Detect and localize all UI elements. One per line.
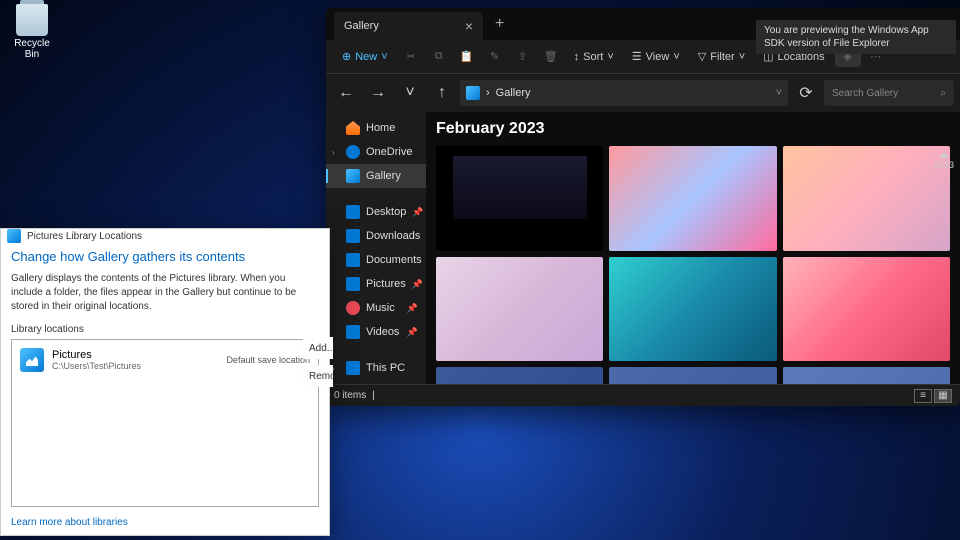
thumbnail[interactable] (609, 146, 776, 251)
back-button[interactable]: ← (332, 79, 360, 107)
thumbnail[interactable] (783, 257, 950, 362)
dialog-heading: Change how Gallery gathers its contents (11, 249, 319, 264)
dialog-titlebar[interactable]: Pictures Library Locations (1, 229, 329, 243)
forward-button[interactable]: → (364, 79, 392, 107)
tab-close-icon[interactable]: × (465, 18, 473, 34)
new-button[interactable]: ⊕ New ˅ (334, 46, 396, 67)
new-tab-button[interactable]: + (495, 15, 504, 33)
dialog-content: Change how Gallery gathers its contents … (1, 243, 329, 513)
sort-button[interactable]: ↕ Sort ˅ (566, 47, 622, 67)
preview-banner: You are previewing the Windows App SDK v… (756, 20, 956, 54)
sidebar-item-downloads[interactable]: Downloads📌 (326, 224, 426, 248)
recycle-bin-label: Recycle Bin (6, 38, 58, 60)
search-icon: ⌕ (940, 88, 946, 99)
sidebar-item-home[interactable]: Home (326, 116, 426, 140)
sidebar-item-onedrive[interactable]: ›OneDrive (326, 140, 426, 164)
thumbnail[interactable] (609, 257, 776, 362)
learn-more-link[interactable]: Learn more about libraries (1, 513, 329, 536)
pictures-folder-icon (20, 348, 44, 372)
remove-button[interactable]: Remove (303, 365, 333, 387)
desktop-icon-recycle-bin[interactable]: Recycle Bin (6, 4, 58, 60)
timeline-scrubber[interactable]: 2023 (930, 152, 958, 170)
status-bar: 0 items | ≡ ▦ (326, 384, 960, 406)
thumbnail[interactable] (783, 367, 950, 384)
sidebar-item-gallery[interactable]: Gallery (326, 164, 426, 188)
refresh-button[interactable]: ⟳ (792, 80, 820, 106)
nav-sidebar: Home ›OneDrive Gallery Desktop📌 Download… (326, 112, 426, 384)
pictures-icon (346, 277, 360, 291)
explorer-body: Home ›OneDrive Gallery Desktop📌 Download… (326, 112, 960, 384)
rename-button[interactable]: ✎ (482, 46, 508, 67)
location-name: Pictures (52, 349, 218, 361)
thumbnail-grid (436, 146, 950, 384)
location-path: C:\Users\Test\Pictures (52, 361, 218, 371)
tab-label: Gallery (344, 20, 379, 32)
thumbnail[interactable] (436, 367, 603, 384)
sidebar-item-videos[interactable]: Videos📌 (326, 320, 426, 344)
pin-icon[interactable]: 📌 (407, 303, 418, 314)
tab-gallery[interactable]: Gallery × (334, 12, 483, 40)
library-locations-dialog: Pictures Library Locations Change how Ga… (0, 228, 330, 536)
delete-button[interactable]: 🗑 (538, 46, 564, 67)
recycle-bin-icon (16, 4, 48, 36)
downloads-icon (346, 229, 360, 243)
copy-button[interactable]: ⧉ (426, 46, 452, 67)
breadcrumb-sep: › (486, 87, 490, 99)
address-dropdown-icon[interactable]: ˅ (776, 87, 782, 99)
chevron-right-icon[interactable]: › (332, 148, 335, 157)
pin-icon[interactable]: 📌 (412, 279, 423, 290)
add-button[interactable]: Add... (303, 337, 333, 359)
thumbnail[interactable] (609, 367, 776, 384)
file-explorer-window: Gallery × + You are previewing the Windo… (326, 8, 960, 406)
breadcrumb-gallery[interactable]: Gallery (496, 87, 531, 99)
thumbnail[interactable] (783, 146, 950, 251)
thumbnail[interactable] (436, 257, 603, 362)
search-placeholder: Search Gallery (832, 88, 898, 99)
sidebar-item-desktop[interactable]: Desktop📌 (326, 200, 426, 224)
search-input[interactable]: Search Gallery ⌕ (824, 80, 954, 106)
desktop-folder-icon (346, 205, 360, 219)
list-label: Library locations (11, 324, 319, 335)
pictures-library-icon (7, 229, 21, 243)
dialog-title: Pictures Library Locations (27, 231, 142, 242)
pin-icon[interactable]: 📌 (407, 327, 418, 338)
sidebar-item-network[interactable]: ›Network (326, 380, 426, 384)
up-button[interactable]: ↑ (428, 79, 456, 107)
gallery-heading: February 2023 (436, 120, 950, 138)
pc-icon (346, 361, 360, 375)
cloud-icon (346, 145, 360, 159)
library-location-item[interactable]: Pictures C:\Users\Test\Pictures Default … (16, 344, 314, 376)
documents-icon (346, 253, 360, 267)
home-icon (346, 121, 360, 135)
gallery-icon (346, 169, 360, 183)
videos-icon (346, 325, 360, 339)
gallery-icon (466, 86, 480, 100)
view-button[interactable]: ☰ View ˅ (624, 46, 688, 67)
default-save-label: Default save location (226, 355, 310, 365)
sidebar-item-pictures[interactable]: Pictures📌 (326, 272, 426, 296)
sidebar-item-music[interactable]: Music📌 (326, 296, 426, 320)
paste-button[interactable]: 📋 (454, 46, 480, 67)
dialog-description: Gallery displays the contents of the Pic… (11, 272, 319, 314)
filter-button[interactable]: ▽ Filter ˅ (690, 46, 753, 67)
sidebar-item-documents[interactable]: Documents📌 (326, 248, 426, 272)
gallery-content: February 2023 2023 (426, 112, 960, 384)
thumbnails-view-button[interactable]: ▦ (934, 389, 952, 403)
cut-button[interactable]: ✂ (398, 46, 424, 67)
item-count: 0 items (334, 390, 366, 401)
details-view-button[interactable]: ≡ (914, 389, 932, 403)
music-icon (346, 301, 360, 315)
pin-icon[interactable]: 📌 (412, 207, 423, 218)
share-button[interactable]: ⇪ (510, 46, 536, 67)
timeline-marker-icon (939, 152, 949, 158)
timeline-year: 2023 (930, 160, 958, 170)
library-locations-list[interactable]: Pictures C:\Users\Test\Pictures Default … (11, 339, 319, 507)
recent-button[interactable]: ˅ (396, 79, 424, 107)
navbar: ← → ˅ ↑ › Gallery ˅ ⟳ Search Gallery ⌕ (326, 74, 960, 112)
address-bar[interactable]: › Gallery ˅ (460, 80, 788, 106)
thumbnail[interactable] (436, 146, 603, 251)
sidebar-item-thispc[interactable]: ›This PC (326, 356, 426, 380)
